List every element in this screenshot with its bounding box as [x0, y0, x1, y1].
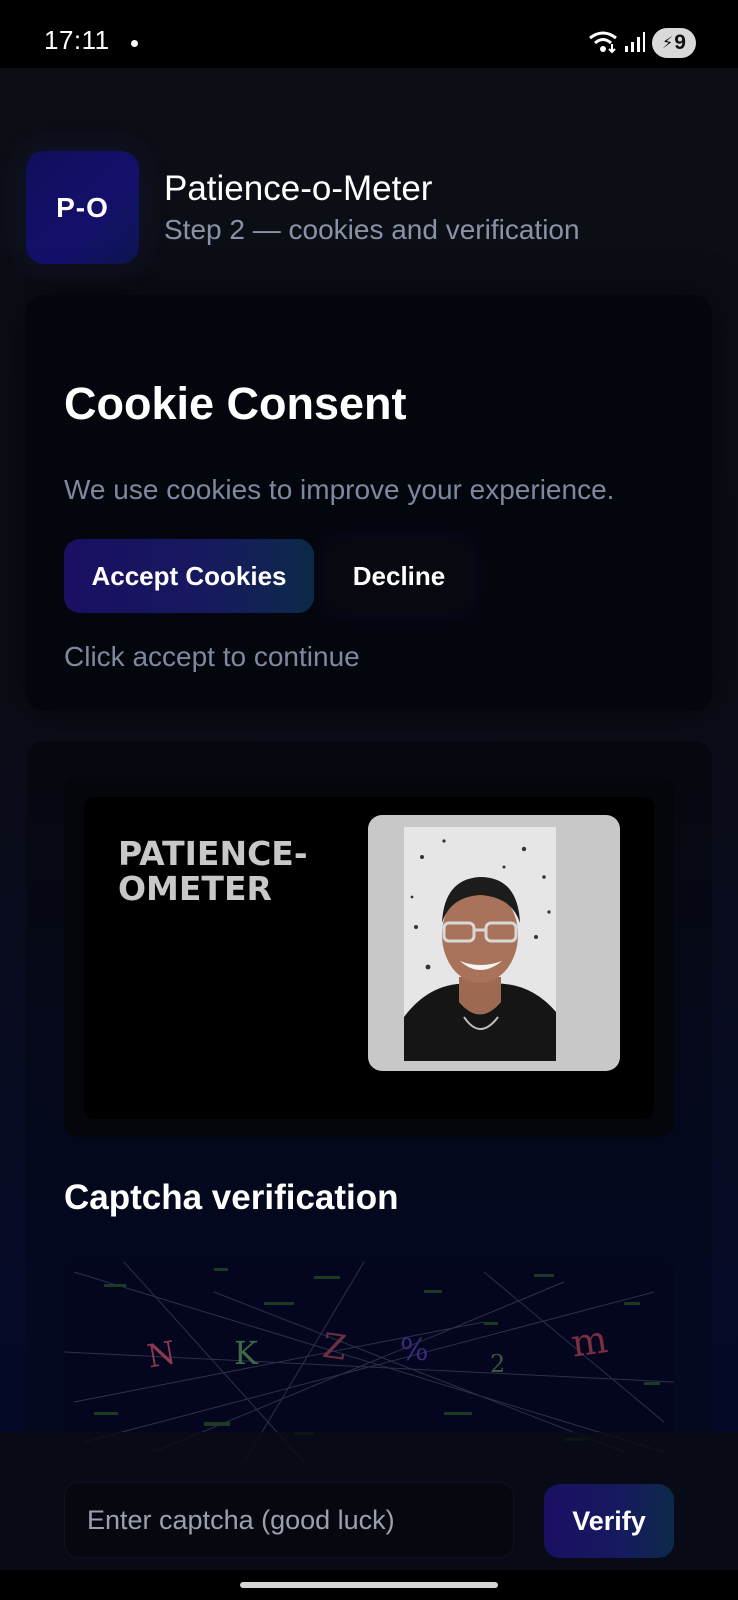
verify-button[interactable]: Verify: [544, 1484, 674, 1558]
app-logo-text: P-O: [56, 191, 109, 223]
cookie-consent-title: Cookie Consent: [64, 378, 407, 429]
captcha-char: m: [568, 1317, 610, 1366]
captcha-char: %: [400, 1333, 429, 1368]
profile-photo: [368, 815, 620, 1071]
signal-icon: [625, 32, 645, 52]
captcha-char: Z: [320, 1326, 349, 1369]
home-indicator[interactable]: [240, 1582, 498, 1588]
decline-cookies-button[interactable]: Decline: [326, 539, 472, 613]
battery-indicator: ⚡ 9: [652, 28, 696, 58]
app-title: Patience-o-Meter: [164, 169, 433, 208]
captcha-char: N: [144, 1333, 178, 1375]
wifi-icon: [589, 31, 617, 54]
charging-bolt-icon: ⚡: [662, 35, 674, 52]
app-logo: P-O: [26, 151, 139, 264]
battery-level: 9: [674, 31, 686, 54]
notification-dot-icon: [131, 40, 138, 47]
captcha-title: Captcha verification: [64, 1178, 399, 1217]
captcha-char: K: [234, 1334, 259, 1372]
status-bar: 17:11 ⚡ 9: [0, 0, 738, 68]
person-photo: [404, 827, 556, 1061]
cookie-consent-text: We use cookies to improve your experienc…: [64, 474, 615, 505]
cookie-hint-text: Click accept to continue: [64, 641, 360, 672]
app-subtitle: Step 2 — cookies and verification: [164, 214, 580, 245]
captcha-input[interactable]: [64, 1482, 514, 1558]
accept-cookies-button[interactable]: Accept Cookies: [64, 539, 314, 613]
captcha-char: 2: [490, 1350, 505, 1378]
banner-text: PATIENCE-OMETER: [118, 834, 308, 909]
status-time: 17:11: [44, 25, 110, 55]
